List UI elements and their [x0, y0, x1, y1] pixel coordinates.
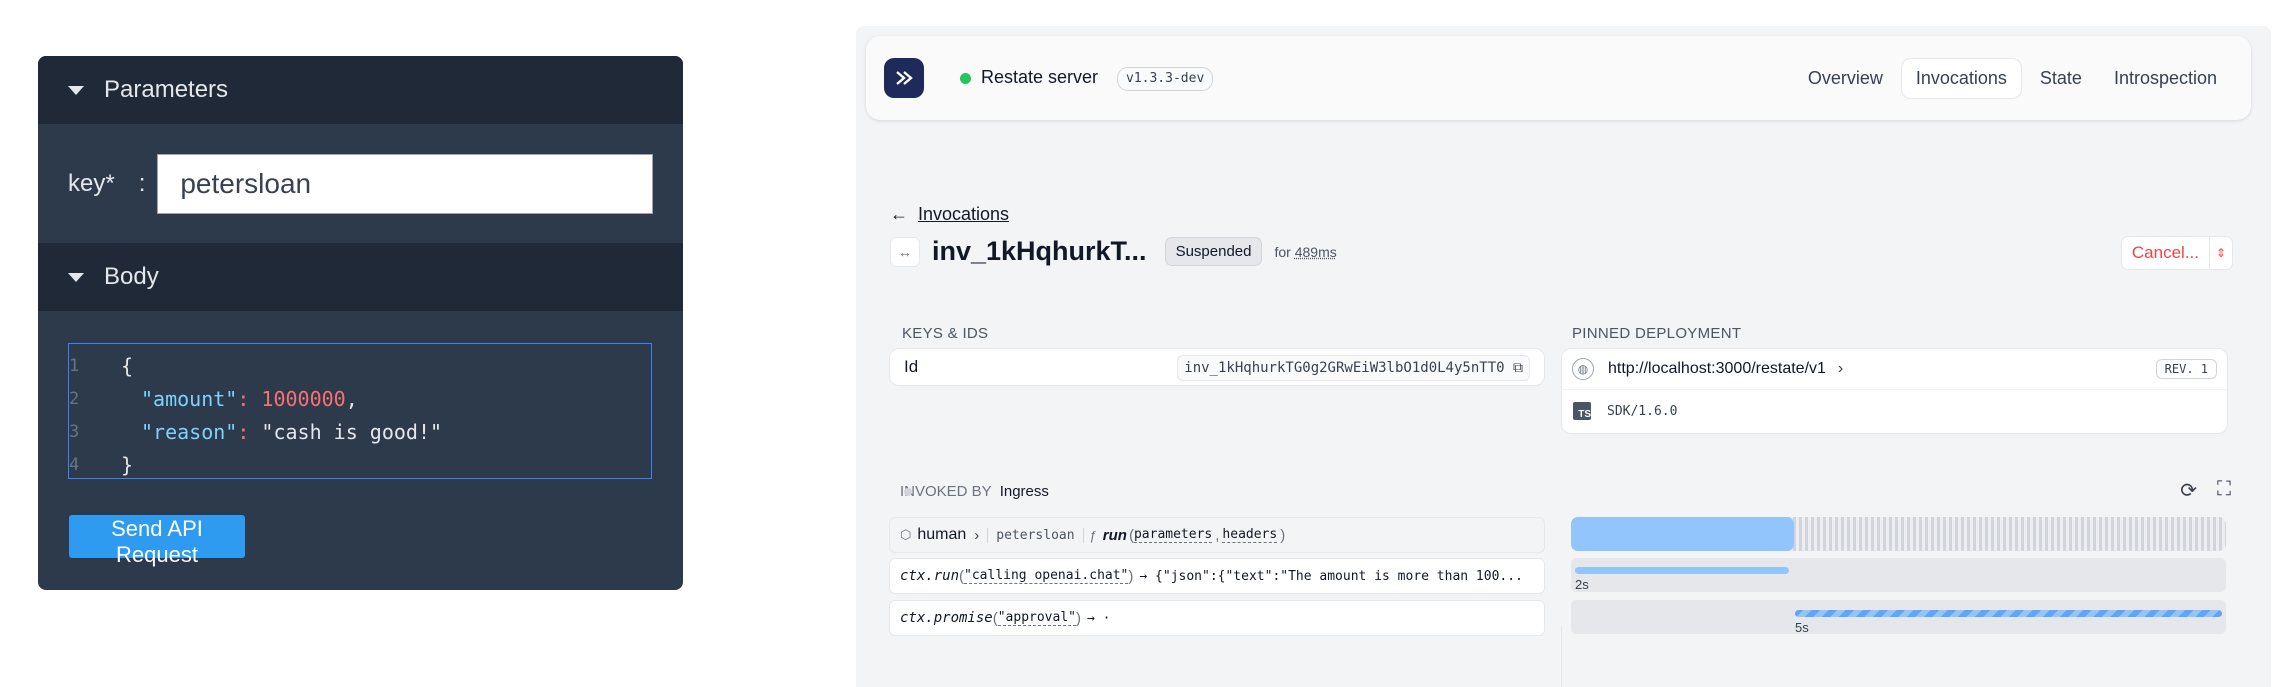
sdk-version: SDK/1.6.0 — [1607, 403, 1678, 419]
breadcrumb-invocations-link[interactable]: Invocations — [918, 204, 1009, 224]
step-bar[interactable] — [1794, 610, 2222, 617]
chevron-right-icon[interactable]: › — [1838, 360, 1843, 378]
param-token: headers — [1222, 527, 1278, 543]
json-key: "reason" — [141, 420, 238, 444]
code-line: 3 "reason": "cash is good!" — [69, 416, 651, 449]
code-text: } — [121, 453, 134, 477]
rev-badge: REV. 1 — [2155, 359, 2217, 379]
code-text: { — [121, 354, 134, 378]
timeline-actions: ⟳ ⛶ — [2180, 478, 2231, 503]
body-code-editor[interactable]: 1 { 2 "amount": 1000000, 3 "reason": "ca… — [68, 343, 652, 479]
step-ctx: ctx.promise — [900, 610, 993, 626]
nav-overview[interactable]: Overview — [1794, 59, 1897, 98]
main-timeline-bar[interactable] — [1571, 517, 1794, 551]
step-track — [1571, 558, 2226, 592]
invoked-by-label: INVOKED BY — [900, 483, 992, 500]
pinned-deployment-label: PINNED DEPLOYMENT — [1572, 325, 1742, 342]
invocation-header: ↔ inv_1kHqhurkT... Suspended for 489ms — [890, 236, 1337, 267]
step-result: → {"json":{"text":"The amount is more th… — [1139, 568, 1523, 584]
step-ctx: ctx.run — [900, 568, 960, 584]
handler-name: run — [1102, 526, 1127, 544]
id-label: Id — [904, 357, 919, 376]
expand-arrows-icon[interactable]: ↔ — [890, 236, 920, 267]
back-arrow-icon[interactable]: ← — [890, 204, 908, 224]
line-number: 3 — [69, 422, 80, 442]
step-bar[interactable] — [1575, 567, 1789, 574]
cancel-control: Cancel... ⇕ — [2120, 236, 2233, 270]
function-icon: ƒ — [1082, 527, 1097, 543]
server-name: Restate server — [981, 67, 1099, 87]
id-card: Id inv_1kHqhurkTG0g2GRwEiW3lbO1d0L4y5nTT… — [889, 348, 1545, 386]
collapse-triangle-icon[interactable] — [68, 272, 84, 282]
copy-icon[interactable]: ⧉ — [1513, 360, 1523, 376]
keys-ids-label: KEYS & IDS — [902, 325, 989, 342]
code-line: 2 "amount": 1000000, — [69, 383, 651, 416]
deployment-card: ◍ http://localhost:3000/restate/v1 › REV… — [1561, 348, 2228, 434]
nav-invocations[interactable]: Invocations — [1900, 58, 2022, 99]
step-duration-label: 5s — [1794, 620, 1809, 635]
call-key: petersloan — [987, 527, 1082, 543]
deployment-url[interactable]: http://localhost:3000/restate/v1 — [1608, 360, 1826, 378]
parameters-section-header[interactable]: Parameters — [38, 56, 683, 124]
step-arg: "calling openai.chat" — [964, 568, 1129, 584]
cancel-button[interactable]: Cancel... — [2122, 237, 2210, 269]
typescript-icon: TS — [1573, 402, 1591, 420]
zoom-fit-icon[interactable]: ⛶ — [2217, 478, 2231, 503]
line-number: 2 — [69, 389, 80, 409]
json-value: 1000000 — [261, 387, 346, 411]
version-badge: v1.3.3-dev — [1117, 67, 1214, 91]
restate-ui: Restate server v1.3.3-dev Overview Invoc… — [856, 26, 2271, 687]
call-row[interactable]: ⬡ human › petersloan ƒ run ( parameters … — [889, 517, 1545, 553]
sdk-row: TS SDK/1.6.0 — [1562, 391, 2227, 431]
globe-icon: ◍ — [1572, 358, 1594, 380]
step-arg: "approval" — [997, 610, 1076, 626]
key-input[interactable] — [157, 153, 654, 214]
chevron-updown-icon[interactable]: ⇕ — [2210, 237, 2232, 269]
collapse-triangle-icon[interactable] — [68, 85, 84, 95]
json-value: "cash is good!" — [261, 420, 443, 444]
step-result: → · — [1087, 610, 1111, 626]
json-trail: , — [345, 387, 358, 411]
step-track — [1571, 600, 2226, 634]
param-key-label: key* — [68, 169, 115, 197]
param-token: parameters — [1133, 527, 1213, 543]
invoked-by-value: Ingress — [999, 483, 1049, 500]
chevron-right-icon: › — [974, 526, 980, 544]
service-name[interactable]: human — [917, 526, 966, 544]
main-nav: Overview Invocations State Introspection — [1790, 58, 2231, 99]
invocation-id-title: inv_1kHqhurkT... — [932, 236, 1147, 266]
top-bar: Restate server v1.3.3-dev Overview Invoc… — [866, 36, 2251, 120]
json-key: "amount" — [141, 387, 238, 411]
code-line: 1 { — [69, 350, 651, 383]
status-badge: Suspended — [1164, 237, 1263, 266]
breadcrumb: ← Invocations — [890, 204, 1009, 225]
nav-introspection[interactable]: Introspection — [2100, 59, 2231, 98]
parameters-title: Parameters — [104, 76, 229, 103]
invocation-id-value[interactable]: inv_1kHqhurkTG0g2GRwEiW3lbO1d0L4y5nTT0 ⧉ — [1177, 355, 1530, 381]
step-row[interactable]: ctx.run ( "calling openai.chat" ) → {"js… — [889, 558, 1545, 594]
refresh-icon[interactable]: ⟳ — [2180, 478, 2197, 503]
invoked-by: INVOKED BY Ingress — [900, 483, 1049, 500]
duration-text: for 489ms — [1274, 244, 1336, 260]
code-line: 4 } — [69, 449, 651, 482]
line-number: 4 — [69, 455, 80, 475]
deployment-url-row[interactable]: ◍ http://localhost:3000/restate/v1 › REV… — [1562, 349, 2227, 389]
parameter-row-key: key* : — [38, 124, 683, 243]
duration-value: 489ms — [1294, 243, 1337, 260]
send-api-request-button[interactable]: Send API Request — [69, 515, 245, 567]
param-colon: : — [138, 169, 146, 197]
step-row[interactable]: ctx.promise ( "approval" ) → · — [889, 600, 1545, 636]
for-prefix: for — [1274, 243, 1291, 260]
nav-state[interactable]: State — [2026, 59, 2096, 98]
server-status-dot-icon — [960, 73, 971, 84]
step-duration-label: 2s — [1575, 577, 1589, 592]
body-title: Body — [104, 263, 159, 290]
restate-logo-icon[interactable] — [884, 58, 924, 98]
line-number: 1 — [69, 356, 80, 376]
api-request-panel: Parameters key* : Body 1 { 2 "amount": 1… — [38, 56, 683, 590]
body-section-header[interactable]: Body — [38, 243, 683, 311]
cube-icon: ⬡ — [900, 527, 912, 542]
